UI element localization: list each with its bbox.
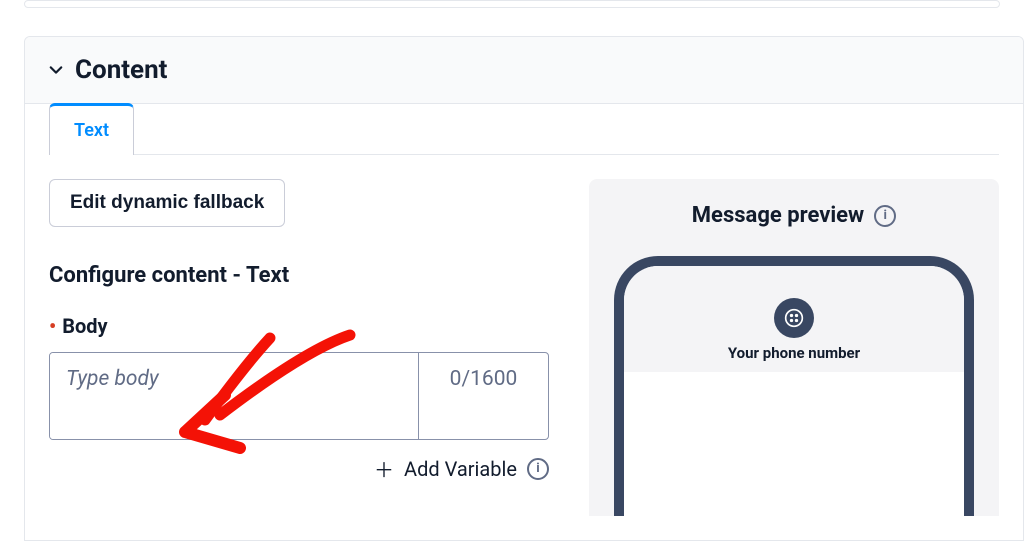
- edit-dynamic-fallback-button[interactable]: Edit dynamic fallback: [49, 179, 285, 227]
- body-input-wrap: 0/1600: [49, 352, 549, 440]
- phone-header: Your phone number: [624, 266, 964, 372]
- phone-mockup: Your phone number: [614, 256, 974, 516]
- preview-panel: Message preview i Your phone number: [589, 179, 999, 516]
- add-variable-label: Add Variable: [404, 457, 517, 481]
- body-textarea[interactable]: [50, 353, 418, 439]
- panel-title: Content: [75, 55, 167, 85]
- char-count: 0/1600: [418, 353, 548, 439]
- required-indicator: •: [49, 316, 56, 336]
- tab-bar: Text: [25, 104, 1023, 155]
- tab-text[interactable]: Text: [49, 103, 134, 155]
- add-variable-row[interactable]: ＋ Add Variable i: [49, 454, 549, 483]
- panel-header[interactable]: Content: [25, 37, 1023, 104]
- info-icon[interactable]: i: [874, 205, 896, 227]
- body-label-text: Body: [62, 314, 107, 338]
- content-panel: Content Text Edit dynamic fallback Confi…: [24, 36, 1024, 541]
- previous-panel-edge: [24, 0, 1000, 8]
- chevron-down-icon: [49, 63, 63, 77]
- preview-title-row: Message preview i: [692, 203, 896, 228]
- twilio-avatar-icon: [774, 298, 814, 338]
- info-icon[interactable]: i: [527, 458, 549, 480]
- body-field-label: • Body: [49, 314, 549, 338]
- plus-icon: ＋: [374, 454, 394, 483]
- config-left: Edit dynamic fallback Configure content …: [49, 179, 549, 516]
- config-area: Edit dynamic fallback Configure content …: [25, 155, 1023, 540]
- phone-label: Your phone number: [728, 344, 860, 362]
- preview-title-text: Message preview: [692, 203, 864, 228]
- tab-underline: [134, 104, 999, 155]
- section-title: Configure content - Text: [49, 263, 549, 288]
